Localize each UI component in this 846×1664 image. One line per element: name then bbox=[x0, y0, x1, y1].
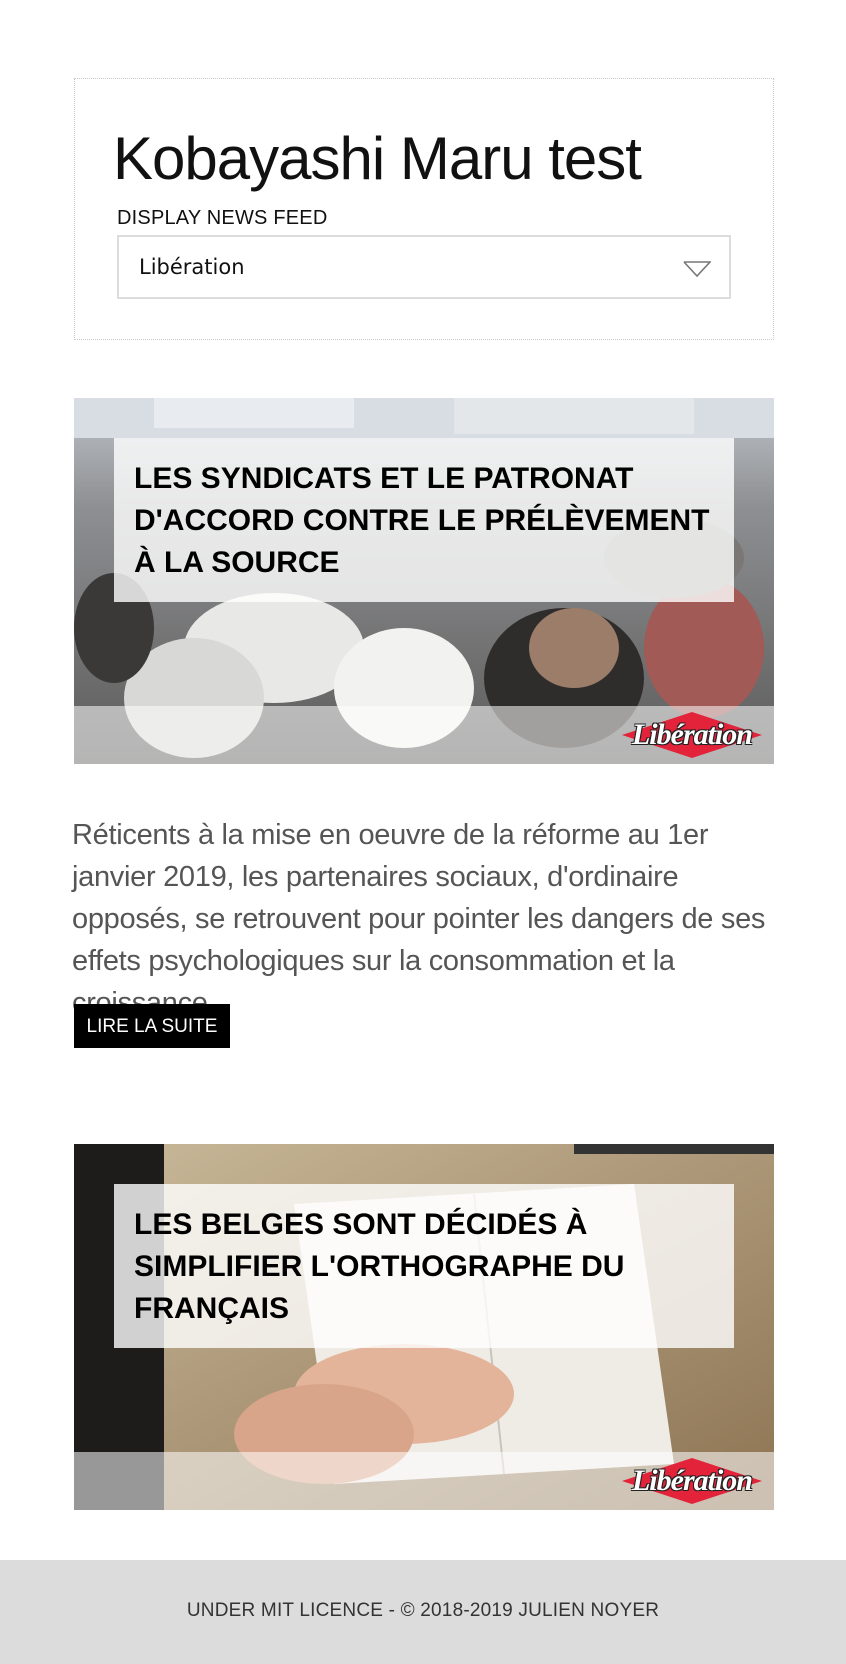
source-strip: Libération bbox=[74, 1452, 774, 1510]
article-card: LES SYNDICATS ET LE PATRONAT D'ACCORD CO… bbox=[74, 398, 774, 764]
logo-text: Libération bbox=[631, 1464, 753, 1497]
article-title-box: LES BELGES SONT DÉCIDÉS À SIMPLIFIER L'O… bbox=[114, 1184, 734, 1348]
source-strip: Libération bbox=[74, 706, 774, 764]
footer-copyright: UNDER MIT LICENCE - © 2018-2019 JULIEN N… bbox=[186, 1600, 660, 1621]
article-hero[interactable]: LES SYNDICATS ET LE PATRONAT D'ACCORD CO… bbox=[74, 398, 774, 764]
article-title[interactable]: LES SYNDICATS ET LE PATRONAT D'ACCORD CO… bbox=[134, 458, 714, 584]
logo-text: Libération bbox=[631, 718, 753, 751]
header-card: Kobayashi Maru test DISPLAY NEWS FEED Li… bbox=[74, 78, 774, 340]
feed-label: DISPLAY NEWS FEED bbox=[117, 207, 328, 229]
page-footer: UNDER MIT LICENCE - © 2018-2019 JULIEN N… bbox=[0, 1560, 846, 1664]
liberation-logo: Libération bbox=[622, 1458, 762, 1504]
page-title: Kobayashi Maru test bbox=[113, 125, 642, 192]
article-title-box: LES SYNDICATS ET LE PATRONAT D'ACCORD CO… bbox=[114, 438, 734, 602]
article-title[interactable]: LES BELGES SONT DÉCIDÉS À SIMPLIFIER L'O… bbox=[134, 1204, 714, 1330]
article-summary: Réticents à la mise en oeuvre de la réfo… bbox=[72, 819, 766, 1019]
article-card: LES BELGES SONT DÉCIDÉS À SIMPLIFIER L'O… bbox=[74, 1144, 774, 1510]
liberation-logo: Libération bbox=[622, 712, 762, 758]
chevron-down-icon bbox=[683, 261, 711, 277]
feed-selected-value: Libération bbox=[139, 255, 245, 279]
read-more-button[interactable]: LIRE LA SUITE bbox=[74, 1004, 230, 1048]
article-hero[interactable]: LES BELGES SONT DÉCIDÉS À SIMPLIFIER L'O… bbox=[74, 1144, 774, 1510]
news-feed-select[interactable]: Libération bbox=[117, 235, 731, 299]
